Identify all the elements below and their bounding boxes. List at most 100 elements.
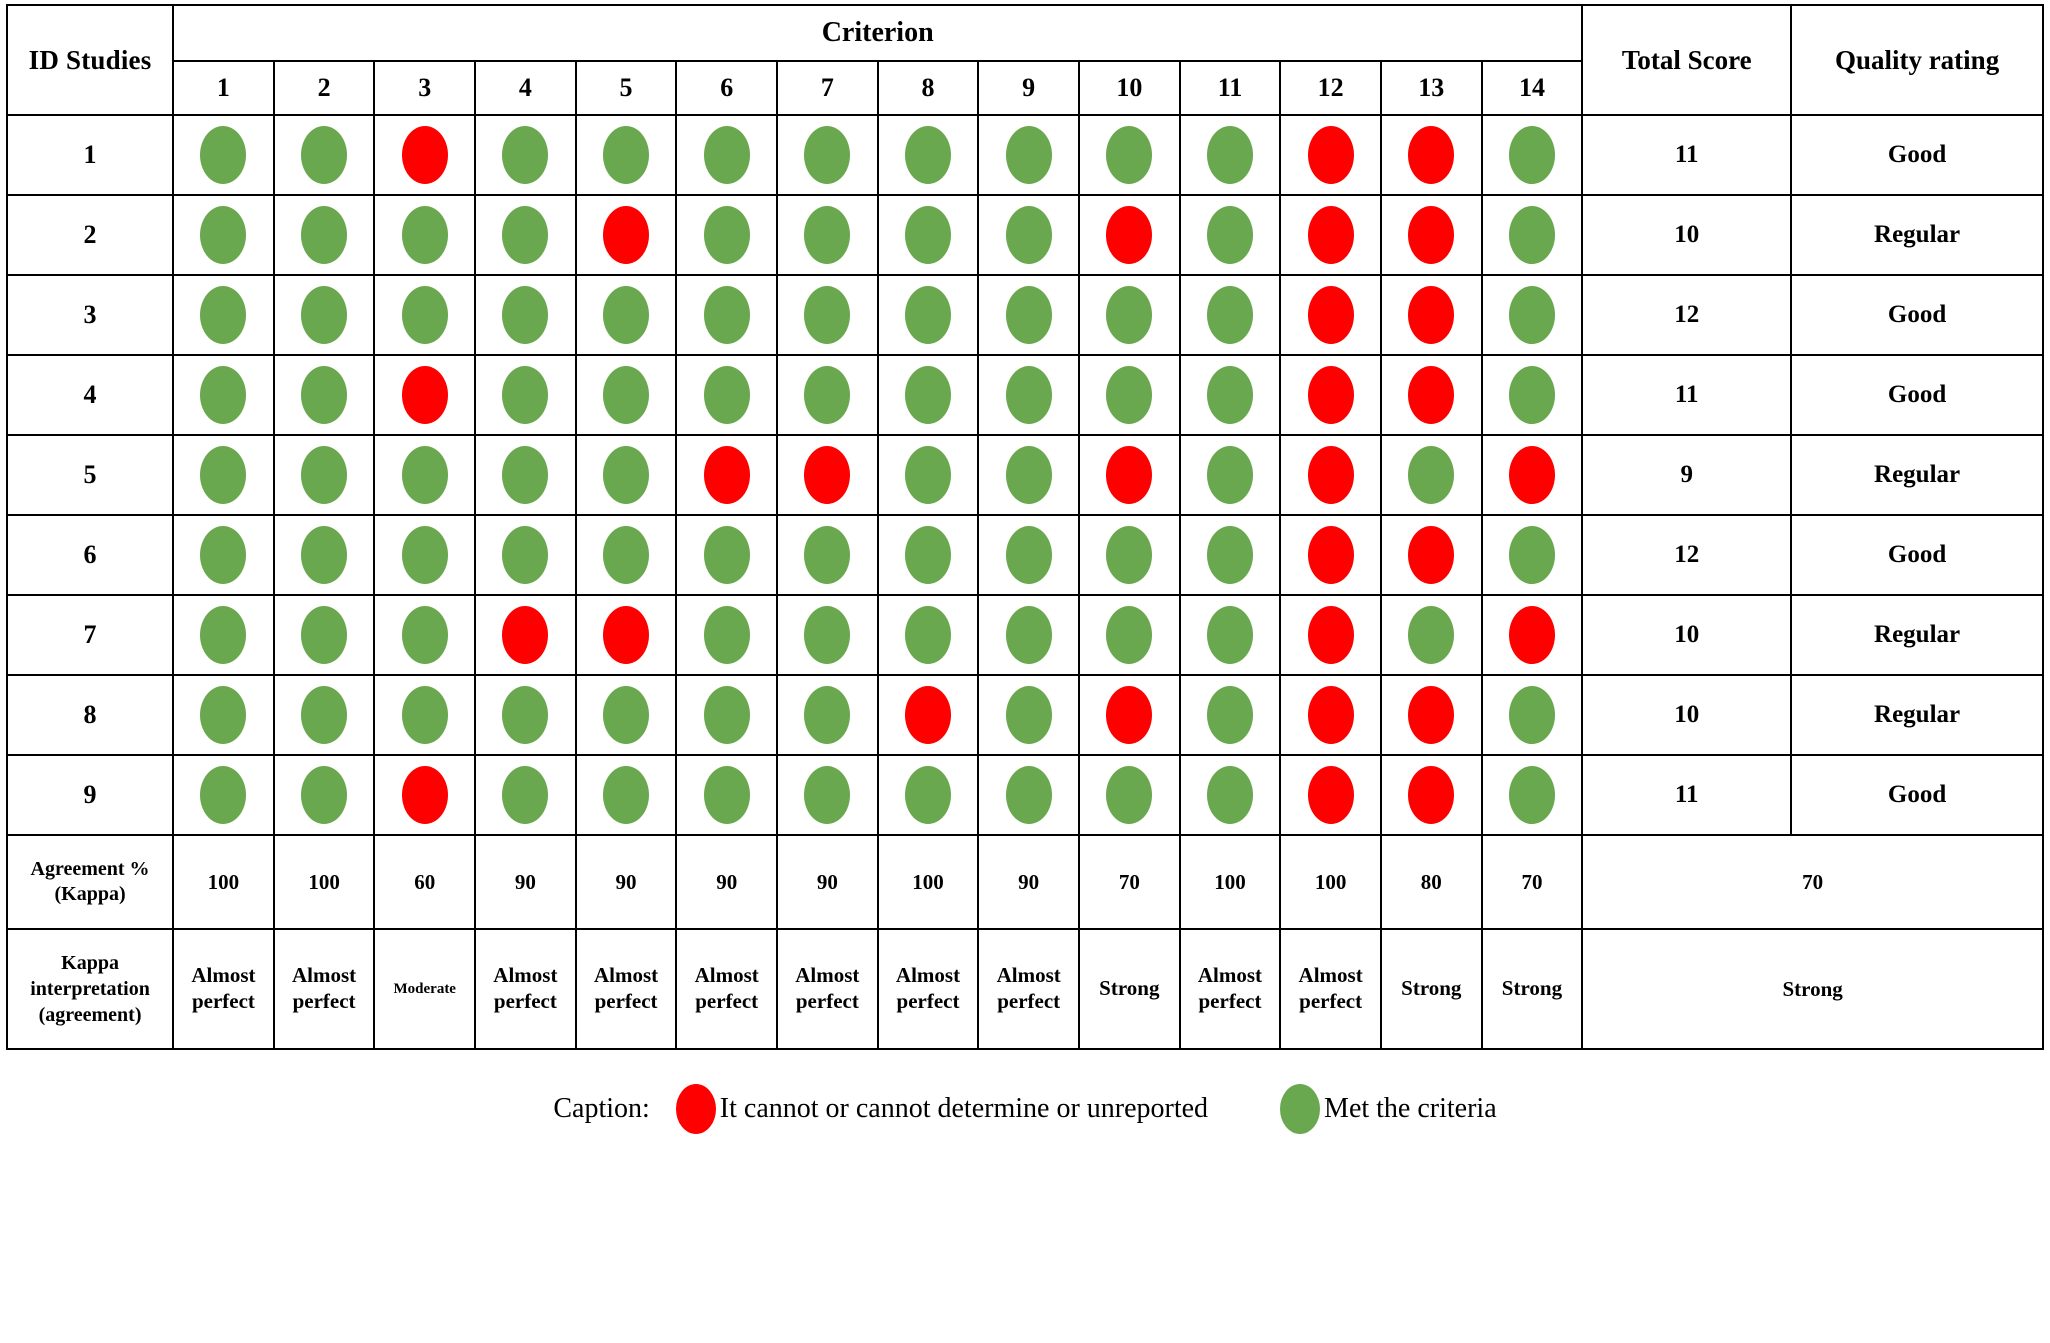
green-circle-icon [502,686,549,744]
criterion-mark-cell [977,114,1080,196]
criterion-mark-cell [574,354,678,436]
criterion-mark-cell [977,354,1080,436]
criterion-mark-cell [172,594,275,676]
criterion-mark-cell [1078,514,1181,596]
green-circle-icon [703,526,750,584]
green-circle-icon [200,606,247,664]
red-circle-icon [1508,606,1555,664]
agreement-value-cell: 70 [1078,834,1181,930]
study-id-cell: 1 [5,114,175,196]
agreement-value-cell: 60 [373,834,477,930]
criterion-mark-cell [675,434,779,516]
criterion-mark-cell [1078,754,1181,836]
criterion-mark-cell [1078,434,1181,516]
criterion-mark-cell [1078,114,1181,196]
criterion-mark-cell [1480,674,1584,756]
green-circle-icon [1206,526,1253,584]
total-score-cell: 10 [1581,194,1793,276]
criterion-mark-cell [1178,114,1282,196]
red-circle-icon [1307,606,1354,664]
green-circle-icon [804,766,851,824]
criterion-mark-cell [574,194,678,276]
quality-assessment-table: ID Studies Criterion Total Score Quality… [5,4,2044,1050]
agreement-label-line1: Agreement % [30,858,150,880]
green-circle-icon [603,366,650,424]
green-circle-icon [1508,126,1555,184]
green-circle-icon [1005,206,1052,264]
red-circle-icon [1307,206,1354,264]
criterion-mark-cell [574,514,678,596]
green-circle-icon [905,446,952,504]
green-circle-icon [1005,606,1052,664]
green-circle-icon [703,126,750,184]
green-circle-icon [804,366,851,424]
red-circle-icon [1408,526,1455,584]
criterion-mark-cell [1078,274,1181,356]
header-criterion-10: 10 [1078,60,1181,116]
criterion-mark-cell [1078,674,1181,756]
red-circle-icon [1106,686,1153,744]
red-circle-icon [675,1084,716,1134]
header-criterion-1: 1 [172,60,275,116]
header-criterion-4: 4 [474,60,577,116]
criterion-mark-cell [1279,114,1382,196]
total-score-cell: 11 [1581,354,1793,436]
header-total-score: Total Score [1581,4,1793,116]
green-circle-icon [1206,686,1253,744]
kappa-value-cell: Strong [1480,928,1584,1050]
red-circle-icon [1307,686,1354,744]
green-circle-icon [804,286,851,344]
kappa-value-cell: Almost perfect [574,928,678,1050]
green-circle-icon [905,526,952,584]
green-circle-icon [1005,766,1052,824]
green-circle-icon [1508,766,1555,824]
red-circle-icon [1307,446,1354,504]
agreement-label-line2: (Kappa) [54,883,126,905]
red-circle-icon [1408,286,1455,344]
criterion-mark-cell [776,514,879,596]
criterion-mark-cell [574,114,678,196]
green-circle-icon [1106,526,1153,584]
criterion-mark-cell [474,514,577,596]
red-circle-icon [1408,686,1455,744]
criterion-mark-cell [474,354,577,436]
red-circle-icon [1106,446,1153,504]
red-circle-icon [401,126,448,184]
green-circle-icon [703,766,750,824]
criterion-mark-cell [172,114,275,196]
red-circle-icon [804,446,851,504]
criterion-mark-cell [1078,354,1181,436]
green-circle-icon [1280,1084,1321,1134]
green-circle-icon [502,446,549,504]
criterion-mark-cell [172,514,275,596]
header-criterion-12: 12 [1279,60,1382,116]
agreement-value-cell: 100 [1178,834,1282,930]
criterion-mark-cell [172,274,275,356]
kappa-row-label: Kappa interpretation (agreement) [5,928,175,1050]
criterion-mark-cell [1178,754,1282,836]
green-circle-icon [703,606,750,664]
green-circle-icon [502,206,549,264]
green-circle-icon [200,366,247,424]
kappa-value-cell: Moderate [373,928,477,1050]
green-circle-icon [1005,126,1052,184]
green-circle-icon [603,446,650,504]
kappa-interpretation-row: Kappa interpretation (agreement) Almost per… [5,928,2044,1050]
agreement-value-cell: 90 [574,834,678,930]
green-circle-icon [200,686,247,744]
red-circle-icon [1408,126,1455,184]
red-circle-icon [603,206,650,264]
criterion-mark-cell [1279,594,1382,676]
criterion-mark-cell [474,114,577,196]
green-circle-icon [804,606,851,664]
criterion-mark-cell [1078,594,1181,676]
header-criterion-14: 14 [1480,60,1584,116]
criterion-mark-cell [776,434,879,516]
criterion-mark-cell [574,594,678,676]
agreement-value-cell: 90 [977,834,1080,930]
agreement-value-cell: 90 [675,834,779,930]
green-circle-icon [301,526,348,584]
criterion-mark-cell [675,354,779,436]
green-circle-icon [703,206,750,264]
total-score-cell: 12 [1581,274,1793,356]
